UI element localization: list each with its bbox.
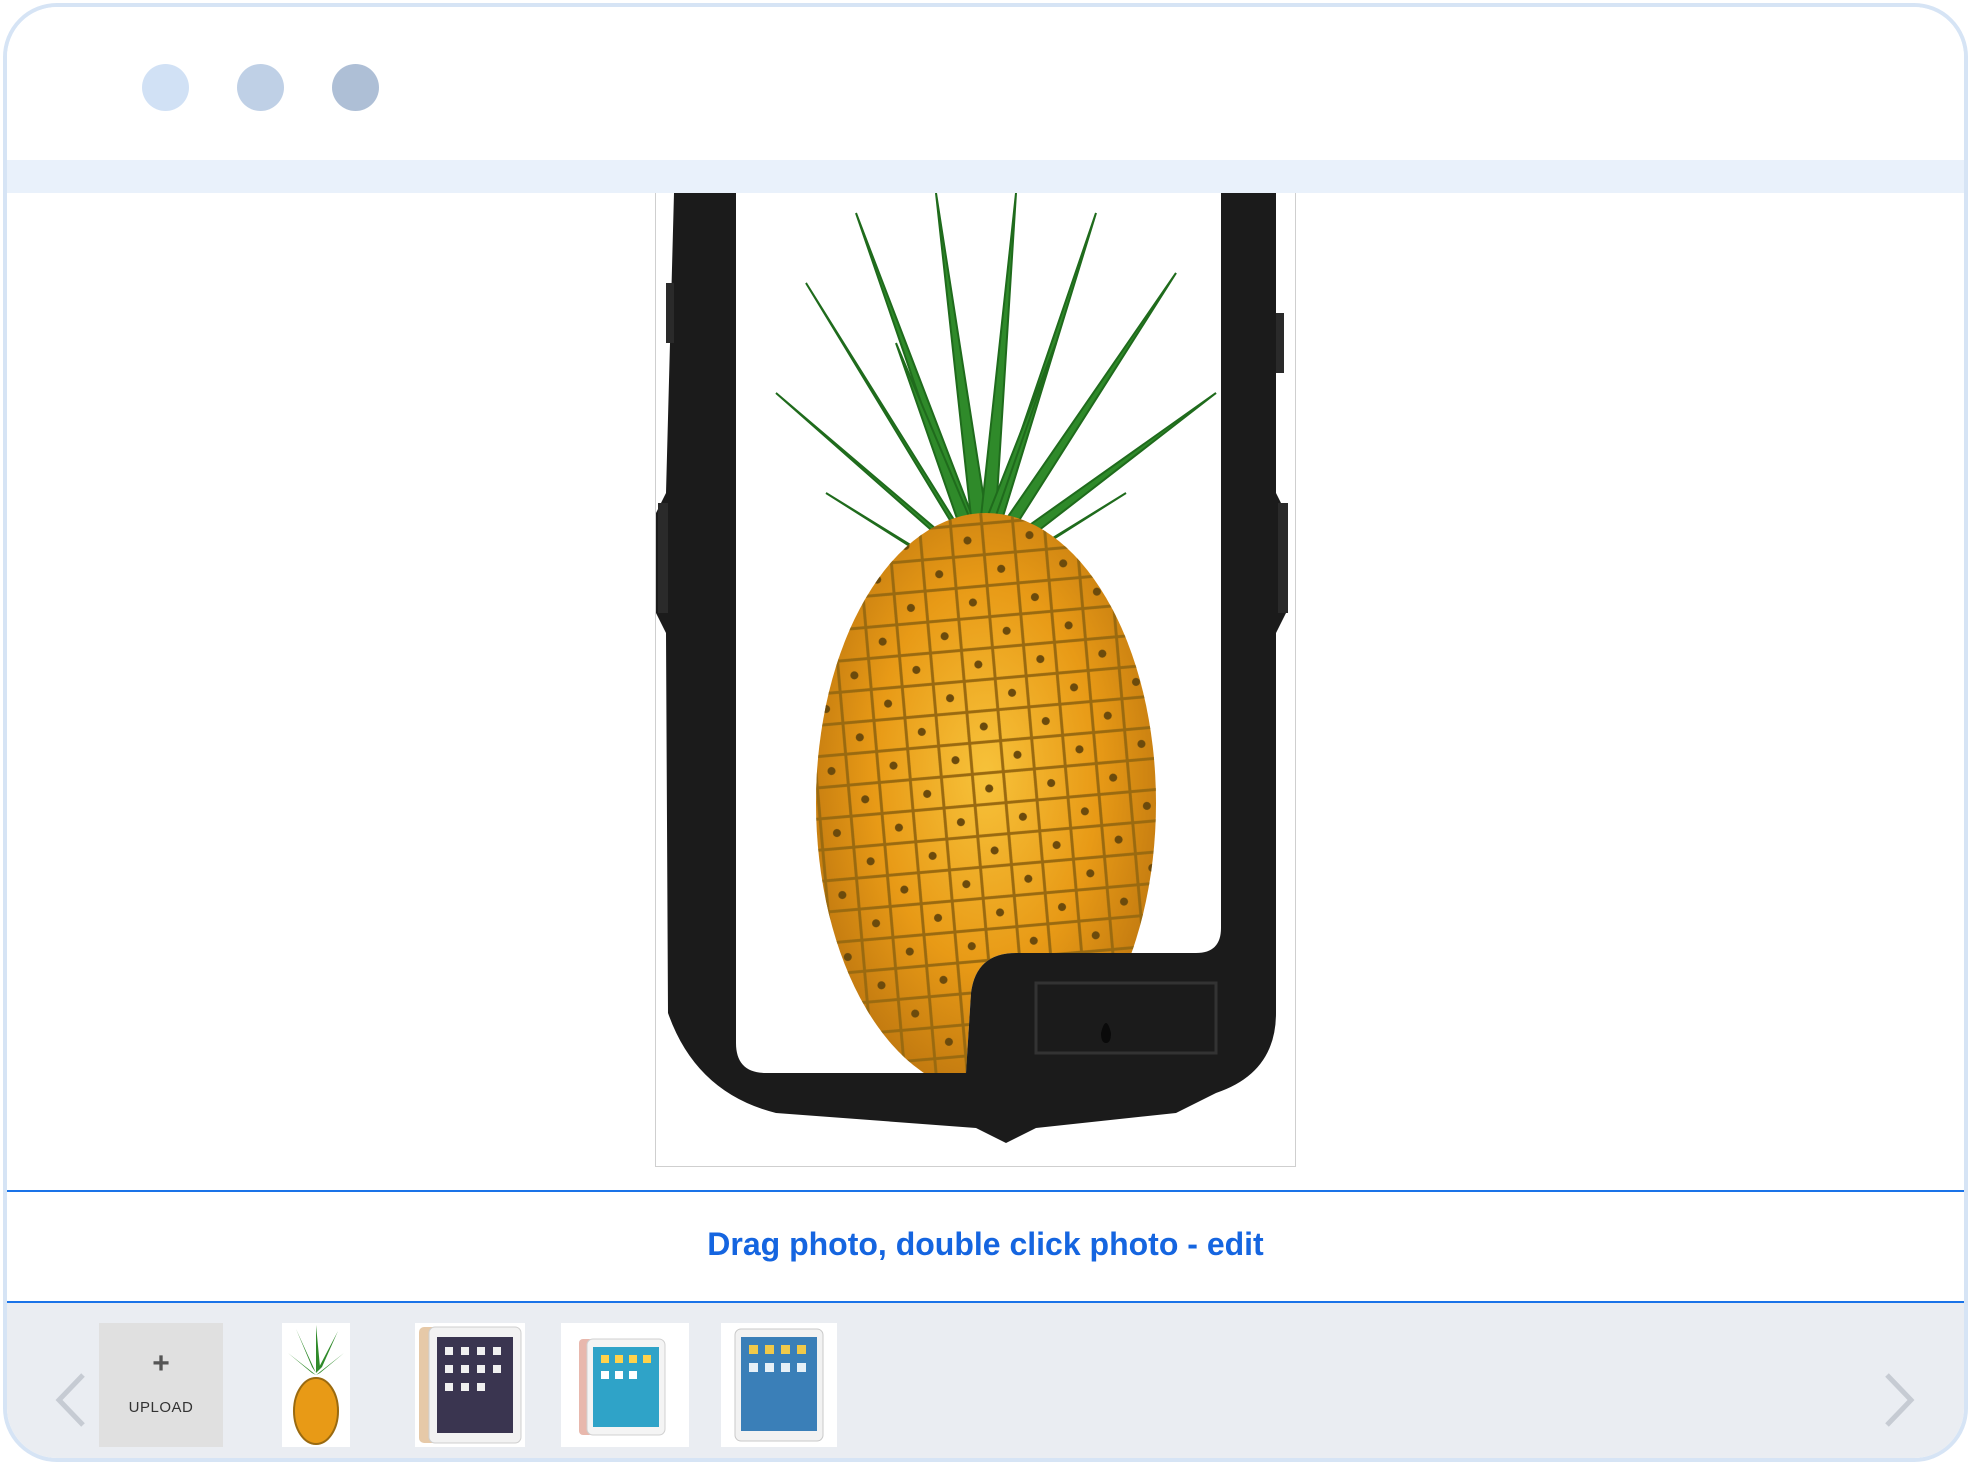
upload-button[interactable]: + UPLOAD [99, 1323, 223, 1447]
title-bar [7, 7, 1964, 160]
window-control-dot[interactable] [237, 64, 284, 111]
instruction-bar: Drag photo, double click photo - edit [7, 1190, 1964, 1303]
design-canvas [7, 193, 1964, 1190]
phone-case-preview[interactable] [655, 193, 1296, 1167]
instruction-text: Drag photo, double click photo - edit [707, 1226, 1264, 1262]
browser-window: Drag photo, double click photo - edit + … [3, 3, 1968, 1462]
plus-icon: + [152, 1347, 170, 1380]
next-arrow-icon[interactable] [1879, 1365, 1919, 1435]
photo-thumbnail-ipad-gold[interactable] [415, 1323, 525, 1447]
photo-thumbnail-ipad-rose-gold[interactable] [561, 1323, 689, 1447]
previous-arrow-icon[interactable] [51, 1365, 91, 1435]
phone-case-illustration [656, 193, 1288, 1143]
window-control-dot[interactable] [142, 64, 189, 111]
photo-thumbnail-pineapple[interactable] [282, 1323, 350, 1447]
toolbar-strip [7, 160, 1964, 193]
window-control-dot[interactable] [332, 64, 379, 111]
photo-thumbnail-ipad-silver[interactable] [721, 1323, 837, 1447]
photo-tray: + UPLOAD [7, 1303, 1964, 1458]
upload-label: UPLOAD [128, 1399, 194, 1416]
